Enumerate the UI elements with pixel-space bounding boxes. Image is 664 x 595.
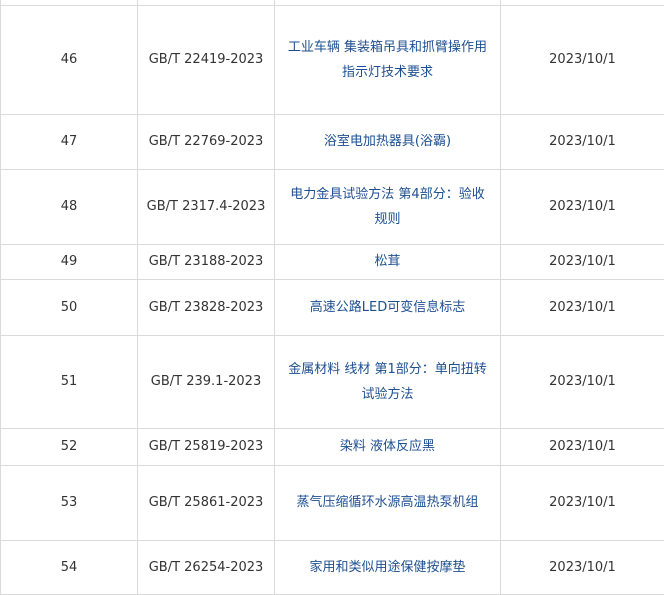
- standard-number-cell: GB/T 22419-2023: [137, 4, 275, 115]
- standard-number-cell: GB/T 2317.4-2023: [137, 168, 275, 245]
- standard-title-cell: 染料 液体反应黑: [274, 427, 501, 466]
- standard-number-cell: GB/T 23828-2023: [137, 278, 275, 336]
- seq-cell: 54: [0, 539, 138, 595]
- table-row: 54 GB/T 26254-2023 家用和类似用途保健按摩垫 2023/10/…: [0, 539, 664, 595]
- standard-title-cell: 高速公路LED可变信息标志: [274, 278, 501, 336]
- effective-date-cell: 2023/10/1: [500, 464, 664, 541]
- effective-date-cell: 2023/10/1: [500, 539, 664, 595]
- seq-cell: 46: [0, 4, 138, 115]
- effective-date-cell: 2023/10/1: [500, 427, 664, 466]
- standard-title-cell: 电力金具试验方法 第4部分：验收规则: [274, 168, 501, 245]
- standards-table: 46 GB/T 22419-2023 工业车辆 集装箱吊具和抓臂操作用指示灯技术…: [0, 0, 664, 595]
- table-row: 46 GB/T 22419-2023 工业车辆 集装箱吊具和抓臂操作用指示灯技术…: [0, 4, 664, 115]
- effective-date-cell: 2023/10/1: [500, 168, 664, 245]
- table-row: 47 GB/T 22769-2023 浴室电加热器具(浴霸) 2023/10/1: [0, 113, 664, 170]
- standard-number-cell: GB/T 25819-2023: [137, 427, 275, 466]
- standard-title-cell: 松茸: [274, 243, 501, 280]
- standard-title-cell: 浴室电加热器具(浴霸): [274, 113, 501, 170]
- table-row: 50 GB/T 23828-2023 高速公路LED可变信息标志 2023/10…: [0, 278, 664, 336]
- seq-cell: 53: [0, 464, 138, 541]
- standard-number-cell: GB/T 25861-2023: [137, 464, 275, 541]
- standard-number-cell: GB/T 22769-2023: [137, 113, 275, 170]
- standard-number-cell: GB/T 26254-2023: [137, 539, 275, 595]
- seq-cell: 49: [0, 243, 138, 280]
- table-row: 51 GB/T 239.1-2023 金属材料 线材 第1部分：单向扭转试验方法…: [0, 334, 664, 429]
- standard-title-cell: 工业车辆 集装箱吊具和抓臂操作用指示灯技术要求: [274, 4, 501, 115]
- standard-title-cell: 金属材料 线材 第1部分：单向扭转试验方法: [274, 334, 501, 429]
- standard-number-cell: GB/T 239.1-2023: [137, 334, 275, 429]
- seq-cell: 51: [0, 334, 138, 429]
- table-row: 53 GB/T 25861-2023 蒸气压缩循环水源高温热泵机组 2023/1…: [0, 464, 664, 541]
- effective-date-cell: 2023/10/1: [500, 278, 664, 336]
- seq-cell: 50: [0, 278, 138, 336]
- table-row: 48 GB/T 2317.4-2023 电力金具试验方法 第4部分：验收规则 2…: [0, 168, 664, 245]
- table-row: 49 GB/T 23188-2023 松茸 2023/10/1: [0, 243, 664, 280]
- effective-date-cell: 2023/10/1: [500, 243, 664, 280]
- standard-title-cell: 家用和类似用途保健按摩垫: [274, 539, 501, 595]
- table-row: 52 GB/T 25819-2023 染料 液体反应黑 2023/10/1: [0, 427, 664, 466]
- seq-cell: 52: [0, 427, 138, 466]
- effective-date-cell: 2023/10/1: [500, 113, 664, 170]
- effective-date-cell: 2023/10/1: [500, 334, 664, 429]
- effective-date-cell: 2023/10/1: [500, 4, 664, 115]
- standard-number-cell: GB/T 23188-2023: [137, 243, 275, 280]
- seq-cell: 48: [0, 168, 138, 245]
- standard-title-cell: 蒸气压缩循环水源高温热泵机组: [274, 464, 501, 541]
- seq-cell: 47: [0, 113, 138, 170]
